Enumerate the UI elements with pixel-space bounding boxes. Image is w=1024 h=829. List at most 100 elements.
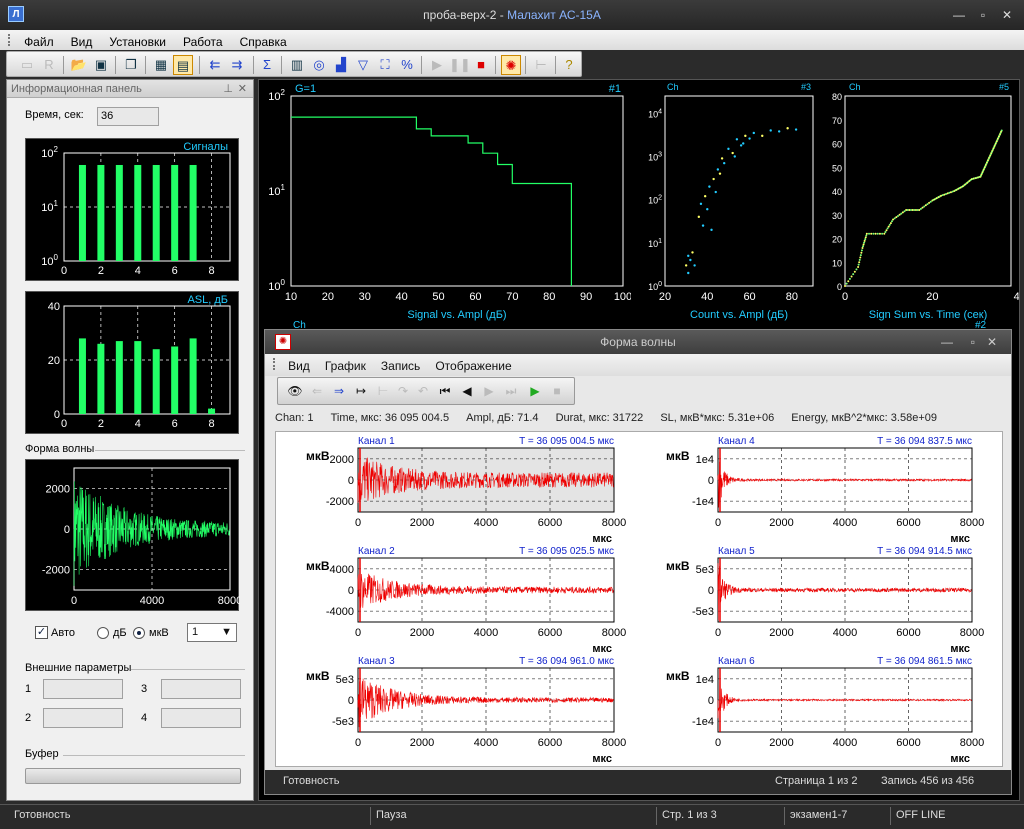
data-point [744,134,747,138]
y-tick-label: -2000 [326,496,354,508]
ext-param-3[interactable] [161,679,241,699]
menu-help[interactable]: Справка [233,32,294,52]
move-left-icon[interactable]: ⇐ [308,382,326,400]
data-point [878,232,881,235]
db-radio[interactable] [97,627,109,639]
ruler-icon[interactable]: ▥ [287,55,307,75]
data-point [928,201,931,204]
y-tick-label: 0 [837,282,842,292]
data-point [859,256,862,259]
y-axis-label: мкВ [306,449,330,463]
x-tick-label: 100 [614,291,631,303]
table-icon[interactable]: ▦ [151,55,171,75]
data-point [890,220,893,223]
sub-close-icon[interactable]: ✕ [987,330,997,354]
save-icon[interactable]: ▣ [91,55,111,75]
auto-checkbox[interactable]: ✓ [35,626,48,639]
toolbar-separator [63,56,64,74]
open-icon[interactable]: 📂 [69,55,89,75]
sum-icon[interactable]: Σ [257,55,277,75]
play-icon[interactable]: ▶ [427,55,447,75]
x-tick-label: 8000 [602,627,626,639]
waveform-window-icon: ✺ [275,334,291,350]
waveform-icon[interactable]: ✺ [501,55,521,75]
sub-minimize-icon[interactable]: — [941,330,953,354]
range-icon[interactable]: ⊢ [374,382,392,400]
ext-param-2[interactable] [43,708,123,728]
sub-maximize-icon[interactable]: ▫ [971,330,975,354]
pin-icon[interactable]: ⊥ [223,82,233,95]
stop-icon[interactable]: ■ [471,55,491,75]
data-point [718,172,722,175]
menu-view[interactable]: Вид [64,32,100,52]
external-params-label: Внешние параметры [25,662,132,674]
histogram-icon[interactable]: ▟ [331,55,351,75]
menu-work[interactable]: Работа [176,32,230,52]
data-point [693,264,696,267]
data-point [865,234,868,237]
data-point [872,232,875,235]
first-record-icon[interactable]: ⏮ [436,382,454,400]
mkv-radio[interactable] [133,627,145,639]
data-point [896,214,899,217]
copy-icon[interactable]: ❐ [121,55,141,75]
help-icon[interactable]: ? [559,55,579,75]
channel-select[interactable]: 1 ▼ [187,623,237,642]
info-time: Time, мкс: 36 095 004.5 [330,412,450,424]
new-icon[interactable]: ▭ [17,55,37,75]
channel-name: Канал 4 [718,436,755,447]
data-point [858,261,861,264]
target-icon[interactable]: ◎ [309,55,329,75]
ruler-disabled-icon[interactable]: ⊢ [531,55,551,75]
x-tick-label: 0 [71,595,77,607]
cursor-icon[interactable]: ↦ [352,382,370,400]
next-record-icon[interactable]: ▶ [480,382,498,400]
menu-grip [273,358,277,370]
y-tick-label: 60 [832,140,842,150]
x-tick-label: 6 [172,265,178,277]
channel-time: T = 36 095 004.5 мкс [519,436,614,447]
arrow-right-icon[interactable]: ⇉ [227,55,247,75]
signals-bar-chart: 0 2 4 6 8 100 101 102 Сигналы [25,138,239,281]
sign-sum-vs-time-chart: 0 20 40 0 10 20 30 40 50 60 70 80 Ch #5 Sign Sum vs. T… [832,82,1019,321]
arrow-left-icon[interactable]: ⇇ [205,55,225,75]
window-icon[interactable]: ▤ [173,55,193,75]
pause-icon[interactable]: ❚❚ [449,55,471,75]
redo-icon[interactable]: R [39,55,59,75]
percent-icon[interactable]: % [397,55,417,75]
wf-menu-graph[interactable]: График [319,355,372,377]
close-icon[interactable]: ✕ [998,8,1016,22]
play-record-icon[interactable]: ▶ [526,382,544,400]
close-panel-icon[interactable]: ✕ [238,82,247,95]
frame-icon[interactable]: ⛶ [375,55,395,75]
menu-settings[interactable]: Установки [102,32,172,52]
wf-menu-view[interactable]: Вид [282,355,316,377]
minimize-icon[interactable]: — [950,8,968,22]
menu-file[interactable]: Файл [17,32,61,52]
wf-menu-display[interactable]: Отображение [429,355,517,377]
ext-param-1[interactable] [43,679,123,699]
redo2-icon[interactable]: ↶ [414,382,432,400]
chevron-down-icon: ▼ [221,626,232,638]
asl-bar-chart: 0 2 4 6 8 0 20 40 ASL, дБ [25,291,239,434]
move-right-icon[interactable]: ⇒ [330,382,348,400]
waveform-menu-bar: Вид График Запись Отображение [265,354,1011,376]
filter-icon[interactable]: ▽ [353,55,373,75]
y-tick-label: -5e3 [332,716,354,728]
x-tick-label: 40 [701,291,713,303]
x-tick-label: 0 [355,737,361,749]
time-field[interactable]: 36 [97,107,159,126]
ext-param-4[interactable] [161,708,241,728]
prev-record-icon[interactable]: ◀ [458,382,476,400]
maximize-icon[interactable]: ▫ [974,8,992,22]
last-record-icon[interactable]: ⏭ [502,382,520,400]
wf-menu-record[interactable]: Запись [375,355,426,377]
buffer-label: Буфер [25,748,59,760]
data-point [860,249,863,252]
x-axis-label: мкс [592,643,612,655]
undo-icon[interactable]: ↷ [394,382,412,400]
x-tick-label: 60 [469,291,481,303]
eye-icon[interactable]: 👁 [286,382,304,400]
stop-record-icon[interactable]: ■ [548,382,566,400]
x-tick-label: 2 [98,265,104,277]
